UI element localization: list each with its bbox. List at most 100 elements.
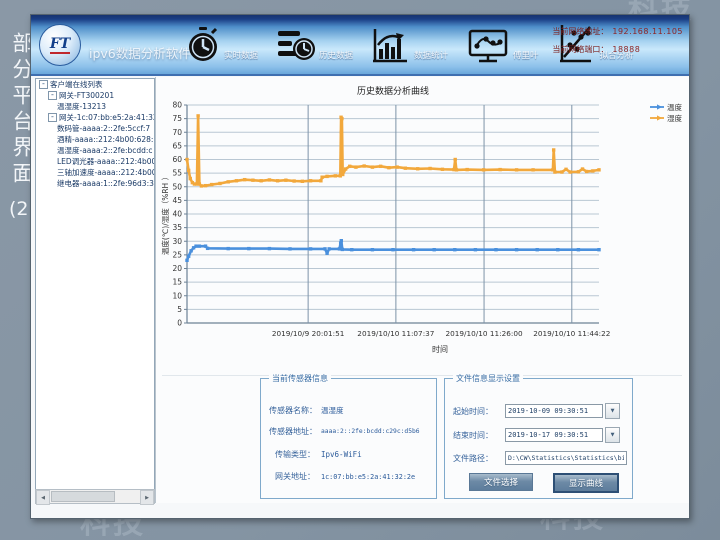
toolbar-button-label: 历史数据 [319, 49, 353, 61]
bar-chart-icon [371, 25, 411, 65]
file-path-input[interactable] [505, 451, 627, 465]
network-info: 当前网络地址： 192.168.11.105 当前网络端口： 18888 [552, 26, 683, 62]
tree-item-label: 继电器-aaaa:1::2fe:96d3:3 [57, 178, 154, 189]
svg-text:时间: 时间 [432, 344, 448, 354]
network-address-value: 192.168.11.105 [612, 27, 683, 36]
tree-item-label: LED调光器-aaaa::212:4b00: [57, 156, 154, 167]
svg-text:75: 75 [172, 114, 182, 123]
svg-text:温度: 温度 [667, 102, 682, 112]
tree-collapse-icon[interactable]: - [48, 91, 57, 100]
gateway-address-value: 1c:07:bb:e5:2a:41:32:2e [321, 473, 415, 481]
tree-item[interactable]: 数码管-aaaa:2::2fe:5ccf:7 [36, 123, 154, 134]
tree-item-label: 网关-FT300201 [59, 90, 114, 101]
svg-text:45: 45 [172, 196, 182, 205]
tree-item[interactable]: -网关-FT300201 [36, 90, 154, 101]
tree-horizontal-scrollbar[interactable]: ◀ ▶ [35, 489, 155, 504]
history-chart: 0 5 10 15 20 25 30 35 40 45 50 55 60 65 70 75 80 2019/10/… [160, 81, 686, 379]
scroll-right-arrow-icon[interactable]: ▶ [140, 490, 154, 505]
tree-item-label: 三轴加速度-aaaa::212:4b00 [57, 167, 154, 178]
toolbar-button-label: 实时数据 [224, 49, 258, 61]
start-time-input[interactable] [505, 404, 603, 418]
tree-item-label: 数码管-aaaa:2::2fe:5ccf:7 [57, 123, 150, 134]
file-path-label: 文件路径： [453, 453, 505, 464]
divider [162, 375, 682, 376]
svg-text:50: 50 [172, 182, 182, 191]
client-online-tree: -客户端在线列表-网关-FT300201温湿度-13213-网关-1c:07:b… [35, 78, 155, 490]
file-display-settings-panel: 文件信息显示设置 起始时间： ▼ 结束时间： ▼ 文件路径： 文件选择 显示曲线 [444, 378, 633, 499]
sensor-name-label: 传感器名称： [269, 405, 321, 416]
monitor-curve-icon [466, 25, 510, 65]
svg-text:2019/10/10 11:44:22: 2019/10/10 11:44:22 [533, 329, 610, 338]
svg-text:40: 40 [172, 210, 182, 219]
svg-text:55: 55 [172, 169, 182, 178]
show-curve-button[interactable]: 显示曲线 [553, 473, 619, 493]
gateway-address-label: 网关地址： [275, 471, 321, 482]
tree-item[interactable]: 温湿度-13213 [36, 101, 154, 112]
tree-item-label: 温湿度-aaaa:2::2fe:bcdd:c [57, 145, 153, 156]
scrollbar-thumb[interactable] [51, 491, 115, 502]
tree-item[interactable]: 继电器-aaaa:1::2fe:96d3:3 [36, 178, 154, 189]
toolbar: FT ipv6数据分析软件 实时数据 [31, 15, 689, 76]
network-port-label: 当前网络端口： [552, 45, 608, 54]
transfer-type-value: Ipv6-WiFi [321, 450, 362, 459]
scrollbar-track[interactable] [50, 490, 140, 503]
panel-legend: 当前传感器信息 [269, 373, 331, 384]
tree-item[interactable]: 三轴加速度-aaaa::212:4b00 [36, 167, 154, 178]
toolbar-button-label: 数据统计 [414, 49, 448, 61]
svg-text:0: 0 [177, 319, 182, 328]
end-time-dropdown-icon[interactable]: ▼ [605, 427, 620, 443]
svg-text:80: 80 [172, 101, 182, 110]
slide-background: 科技 科技 科技 部分平台界面 (2) FT ipv6数据分析软件 [0, 0, 720, 540]
svg-text:2019/10/10 11:26:00: 2019/10/10 11:26:00 [445, 329, 523, 338]
tree-collapse-icon[interactable]: - [39, 80, 48, 89]
svg-text:5: 5 [177, 305, 182, 314]
svg-text:30: 30 [172, 237, 182, 246]
tree-item-label: 温湿度-13213 [57, 101, 106, 112]
network-address-label: 当前网络地址： [552, 27, 608, 36]
tree-item-label: 酒精-aaaa::212:4b00:628:b [57, 134, 154, 145]
main-panel: 0 5 10 15 20 25 30 35 40 45 50 55 60 65 70 75 80 2019/10/… [155, 77, 689, 503]
fourier-button[interactable]: 傅里叶 [464, 21, 541, 67]
svg-text:历史数据分析曲线: 历史数据分析曲线 [357, 85, 429, 97]
tree-item[interactable]: 酒精-aaaa::212:4b00:628:b [36, 134, 154, 145]
transfer-type-label: 传输类型： [275, 449, 321, 460]
svg-text:湿度: 湿度 [667, 113, 682, 123]
sensor-address-label: 传感器地址： [269, 426, 321, 437]
svg-text:2019/10/9 20:01:51: 2019/10/9 20:01:51 [272, 329, 345, 338]
current-sensor-info-panel: 当前传感器信息 传感器名称： 温湿度 传感器地址： aaaa:2::2fe:bc… [260, 378, 437, 499]
tree-item[interactable]: LED调光器-aaaa::212:4b00: [36, 156, 154, 167]
sensor-name-value: 温湿度 [321, 405, 344, 416]
tree-item-label: 网关-1c:07:bb:e5:2a:41:32:2e [59, 112, 154, 123]
scroll-left-arrow-icon[interactable]: ◀ [36, 490, 50, 505]
data-statistics-button[interactable]: 数据统计 [369, 21, 450, 67]
app-window: FT ipv6数据分析软件 实时数据 [30, 14, 690, 519]
svg-text:20: 20 [172, 264, 182, 273]
app-logo-icon: FT [39, 24, 81, 66]
tree-item-label: 客户端在线列表 [50, 79, 103, 90]
panel-legend: 文件信息显示设置 [453, 373, 523, 384]
svg-text:60: 60 [172, 155, 182, 164]
svg-text:温度(℃)/湿度（%RH ）: 温度(℃)/湿度（%RH ） [160, 173, 170, 255]
start-time-label: 起始时间： [453, 406, 505, 417]
history-clock-icon [276, 25, 316, 65]
svg-text:65: 65 [172, 141, 182, 150]
svg-text:25: 25 [172, 250, 182, 259]
realtime-data-button[interactable]: 实时数据 [183, 21, 260, 67]
end-time-input[interactable] [505, 428, 603, 442]
history-data-button[interactable]: 历史数据 [274, 21, 355, 67]
svg-text:10: 10 [172, 291, 182, 300]
toolbar-button-label: 傅里叶 [513, 49, 539, 61]
file-select-button[interactable]: 文件选择 [469, 473, 533, 491]
svg-text:2019/10/10 11:07:37: 2019/10/10 11:07:37 [357, 329, 435, 338]
svg-text:15: 15 [172, 278, 182, 287]
svg-text:35: 35 [172, 223, 182, 232]
start-time-dropdown-icon[interactable]: ▼ [605, 403, 620, 419]
network-port-value: 18888 [612, 45, 640, 54]
app-title: ipv6数据分析软件 [89, 43, 191, 62]
tree-collapse-icon[interactable]: - [48, 113, 57, 122]
tree-item[interactable]: -网关-1c:07:bb:e5:2a:41:32:2e [36, 112, 154, 123]
stopwatch-icon [185, 25, 221, 65]
tree-item[interactable]: 温湿度-aaaa:2::2fe:bcdd:c [36, 145, 154, 156]
tree-item[interactable]: -客户端在线列表 [36, 79, 154, 90]
svg-text:70: 70 [172, 128, 182, 137]
